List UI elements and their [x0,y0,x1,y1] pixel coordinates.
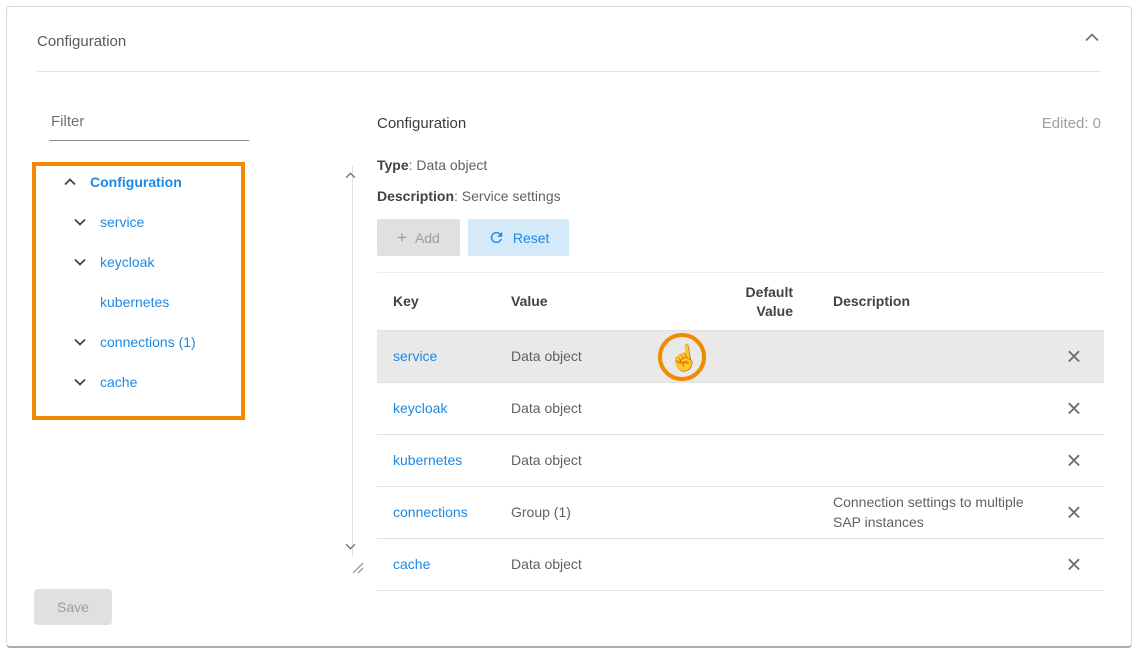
config-table: Key Value Default Value Description serv… [377,272,1104,591]
config-table-body: service Data object × keycloak Data obje… [377,331,1104,591]
save-button[interactable]: Save [34,589,112,625]
row-value: Data object [495,383,695,435]
row-description [817,331,1044,383]
row-key-link[interactable]: connections [393,504,468,520]
row-description [817,435,1044,487]
scroll-down-icon[interactable] [345,543,356,550]
add-button[interactable]: + Add [377,219,460,256]
description-line: Description: Service settings [377,188,561,204]
delete-row-icon[interactable]: × [1066,499,1081,525]
collapse-panel-icon[interactable] [1081,29,1103,46]
row-key-link[interactable]: service [393,348,437,364]
refresh-icon [488,229,505,246]
delete-row-icon[interactable]: × [1066,447,1081,473]
row-default [695,383,817,435]
row-default [695,539,817,591]
filter-input[interactable] [49,103,249,141]
row-description [817,383,1044,435]
tree-item-label[interactable]: service [100,214,144,230]
header-value: Value [495,273,695,331]
header-key: Key [377,273,495,331]
detail-title: Configuration [377,115,466,132]
tree-root-configuration[interactable]: Configuration [34,162,360,202]
row-value: Data object [495,539,695,591]
tree-item[interactable]: connections (1) [34,322,360,362]
tree-root-label[interactable]: Configuration [90,174,182,190]
tree-item-label[interactable]: cache [100,374,137,390]
configuration-panel: Configuration Configuration service keyc… [6,6,1132,648]
scroll-up-icon[interactable] [345,172,356,179]
toolbar: + Add Reset [377,219,569,256]
reset-button-label: Reset [513,230,550,246]
row-description [817,539,1044,591]
chevron-down-icon[interactable] [72,378,88,386]
config-tree: Configuration service keycloak kubernete… [34,162,360,560]
table-header-row: Key Value Default Value Description [377,273,1104,331]
row-default [695,487,817,539]
row-default [695,435,817,487]
row-default [695,331,817,383]
row-value: Group (1) [495,487,695,539]
tree-scrollbar[interactable] [344,166,360,556]
tree-item-label[interactable]: connections (1) [100,334,196,350]
header-default-value: Default Value [695,273,817,331]
table-row: connections Group (1) Connection setting… [377,487,1104,539]
tree-item[interactable]: kubernetes [34,282,360,322]
delete-row-icon[interactable]: × [1066,343,1081,369]
delete-row-icon[interactable]: × [1066,551,1081,577]
row-description: Connection settings to multiple SAP inst… [817,487,1044,539]
tree-item[interactable]: service [34,202,360,242]
chevron-up-icon[interactable] [62,178,78,186]
tree-item-label[interactable]: kubernetes [100,294,169,310]
reset-button[interactable]: Reset [468,219,570,256]
description-value: : Service settings [454,188,561,204]
delete-row-icon[interactable]: × [1066,395,1081,421]
tree-item-label[interactable]: keycloak [100,254,154,270]
panel-title: Configuration [37,33,126,50]
tree-item[interactable]: cache [34,362,360,402]
type-label: Type [377,157,409,173]
table-row: keycloak Data object × [377,383,1104,435]
row-value: Data object [495,331,695,383]
chevron-down-icon[interactable] [72,258,88,266]
row-key-link[interactable]: keycloak [393,400,447,416]
header-description: Description [817,273,1044,331]
header-divider [37,71,1101,72]
edited-counter: Edited: 0 [1042,115,1101,132]
type-value: : Data object [409,157,488,173]
tree-items: service keycloak kubernetes connections … [34,202,360,402]
row-key-link[interactable]: kubernetes [393,452,462,468]
row-value: Data object [495,435,695,487]
add-button-label: Add [415,230,440,246]
chevron-down-icon[interactable] [72,338,88,346]
header-actions [1044,273,1104,331]
table-row: cache Data object × [377,539,1104,591]
description-label: Description [377,188,454,204]
chevron-down-icon[interactable] [72,218,88,226]
row-key-link[interactable]: cache [393,556,430,572]
table-row: kubernetes Data object × [377,435,1104,487]
plus-icon: + [397,229,407,246]
table-row: service Data object × [377,331,1104,383]
type-line: Type: Data object [377,157,487,173]
resize-grip-icon[interactable] [350,560,364,574]
tree-item[interactable]: keycloak [34,242,360,282]
scrollbar-track[interactable] [352,166,353,556]
